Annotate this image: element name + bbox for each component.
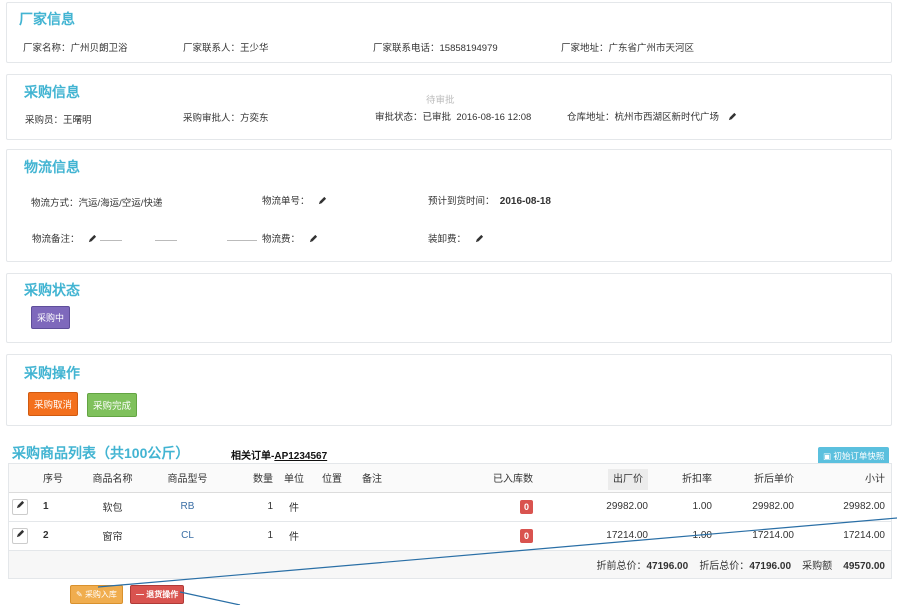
row-model[interactable]: CL (150, 521, 225, 551)
purchase-panel: 采购信息 采购员：王曙明 采购审批人：方奕东 审批状态：已审批 2016-08-… (6, 74, 892, 140)
state-panel: 采购状态 采购中 (6, 273, 892, 343)
logistics-panel: 物流信息 物流方式：汽运/海运/空运/快递 物流单号： 预计到货时间： 2016… (6, 149, 892, 262)
col-price: 出厂价 (539, 464, 654, 493)
col-index: 序号 (31, 464, 75, 493)
related-order: 相关订单-AP1234567 (231, 451, 328, 462)
row-unit-after: 17214.00 (718, 521, 800, 551)
factory-name: 厂家名称：广州贝朗卫浴 (23, 43, 128, 54)
total-before-label: 折前总价： (596, 560, 647, 572)
row-index: 2 (31, 521, 75, 551)
pencil-icon (16, 529, 24, 537)
faded-status-text: 待审批 (426, 95, 455, 106)
approval-time: 2016-08-16 12:08 (456, 112, 532, 123)
underline-mark (227, 240, 257, 241)
row-model[interactable]: RB (150, 492, 225, 522)
product-table: 序号 商品名称 商品型号 数量 单位 位置 备注 已入库数 出厂价 折扣率 折后… (8, 463, 892, 580)
factory-phone: 厂家联系电话：15858194979 (373, 43, 498, 54)
purchase-title: 采购信息 (24, 84, 80, 100)
edit-warehouse-icon[interactable] (728, 112, 737, 121)
row-unit: 件 (279, 521, 309, 551)
operation-title: 采购操作 (24, 365, 80, 381)
logistics-fee: 物流费： (262, 231, 318, 245)
row-name: 软包 (75, 492, 150, 522)
edit-row-button[interactable] (12, 527, 28, 544)
state-badge: 采购中 (31, 306, 71, 329)
row-discount: 1.00 (654, 492, 718, 522)
minus-icon: — (136, 590, 144, 599)
edit-tracking-icon[interactable] (318, 196, 327, 205)
row-name: 窗帘 (75, 521, 150, 551)
table-row: 1 软包 RB 1 件 0 29982.00 1.00 29982.00 299… (9, 492, 891, 522)
approval-status: 审批状态：已审批 2016-08-16 12:08 (375, 112, 532, 123)
col-location: 位置 (309, 464, 355, 493)
logistics-method: 物流方式：汽运/海运/空运/快递 (31, 198, 163, 209)
col-unit-after: 折后单价 (718, 464, 800, 493)
edit-fee-icon[interactable] (309, 234, 318, 243)
edit-handling-icon[interactable] (475, 234, 484, 243)
operation-panel: 采购操作 采购取消 采购完成 (6, 354, 892, 426)
product-list-title: 采购商品列表（共100公斤） (12, 445, 190, 461)
edit-row-button[interactable] (12, 498, 28, 515)
factory-panel: 厂家信息 厂家名称：广州贝朗卫浴 厂家联系人：王少华 厂家联系电话：158581… (6, 2, 892, 63)
underline-mark (155, 240, 177, 241)
state-title: 采购状态 (24, 282, 80, 298)
pencil-icon (16, 500, 24, 508)
stock-in-button[interactable]: ✎ 采购入库 (70, 585, 123, 604)
col-model: 商品型号 (150, 464, 225, 493)
handling-fee: 装卸费： (428, 231, 484, 245)
row-discount: 1.00 (654, 521, 718, 551)
pencil-icon: ✎ (76, 590, 83, 599)
logistics-title: 物流信息 (24, 159, 80, 175)
row-qty: 1 (225, 492, 279, 522)
stocked-badge: 0 (519, 499, 533, 514)
row-unit-after: 29982.00 (718, 492, 800, 522)
edit-remark-icon[interactable] (88, 234, 97, 243)
stocked-badge: 0 (519, 528, 533, 543)
tracking-number: 物流单号： (262, 193, 327, 207)
row-unit: 件 (279, 492, 309, 522)
camera-icon: ▣ (823, 451, 832, 461)
warehouse-address: 仓库地址：杭州市西湖区新时代广场 (567, 109, 737, 123)
row-qty: 1 (225, 521, 279, 551)
row-price: 29982.00 (539, 492, 654, 522)
col-qty: 数量 (225, 464, 279, 493)
factory-title: 厂家信息 (19, 11, 75, 27)
row-price: 17214.00 (539, 521, 654, 551)
col-name: 商品名称 (75, 464, 150, 493)
cancel-purchase-button[interactable]: 采购取消 (28, 392, 79, 416)
col-discount: 折扣率 (654, 464, 718, 493)
related-order-link[interactable]: AP1234567 (274, 451, 327, 462)
col-unit: 单位 (279, 464, 309, 493)
complete-purchase-button[interactable]: 采购完成 (87, 393, 138, 417)
col-subtotal: 小计 (800, 464, 891, 493)
underline-mark (100, 240, 122, 241)
factory-contact: 厂家联系人：王少华 (183, 43, 269, 54)
logistics-remark: 物流备注： (32, 231, 97, 245)
col-stocked: 已入库数 (389, 464, 539, 493)
row-index: 1 (31, 492, 75, 522)
total-before-value: 47196.00 (646, 560, 689, 572)
table-row: 2 窗帘 CL 1 件 0 17214.00 1.00 17214.00 172… (9, 521, 891, 551)
total-after-value: 47196.00 (749, 560, 792, 572)
buyer: 采购员：王曙明 (25, 115, 92, 126)
row-subtotal: 29982.00 (800, 492, 891, 522)
col-remark: 备注 (355, 464, 389, 493)
return-button[interactable]: — 退货操作 (130, 585, 185, 604)
approver: 采购审批人：方奕东 (183, 113, 269, 124)
amount-label: 采购额 (802, 560, 833, 572)
total-after-label: 折后总价： (699, 560, 750, 572)
eta: 预计到货时间： 2016-08-18 (428, 196, 551, 207)
factory-address: 厂家地址：广东省广州市天河区 (561, 43, 695, 54)
row-subtotal: 17214.00 (800, 521, 891, 551)
totals-row: 折前总价：47196.00 折后总价：47196.00 采购额 49570.00 (9, 550, 891, 579)
amount-value: 49570.00 (843, 560, 885, 572)
action-bar: ✎ 采购入库 — 退货操作 (8, 578, 892, 605)
table-header: 序号 商品名称 商品型号 数量 单位 位置 备注 已入库数 出厂价 折扣率 折后… (9, 464, 891, 493)
